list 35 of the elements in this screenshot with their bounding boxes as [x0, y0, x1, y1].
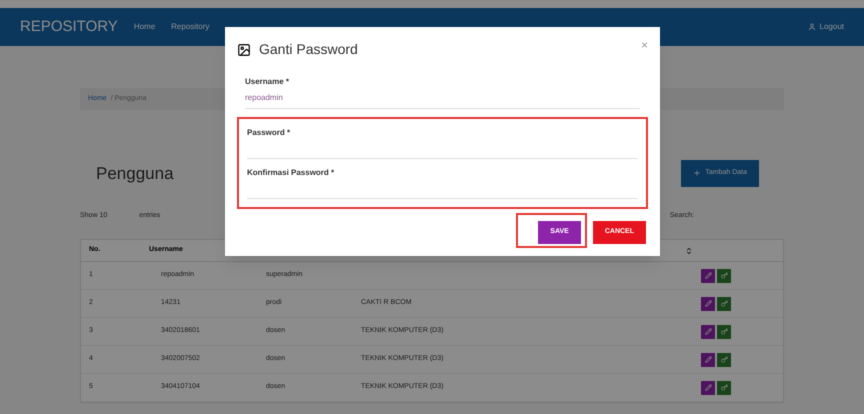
user-icon [808, 23, 816, 31]
pencil-icon [704, 356, 712, 363]
key-button[interactable] [717, 296, 731, 310]
close-button[interactable]: × [640, 39, 648, 51]
key-icon [720, 300, 728, 307]
brand-title[interactable]: REPOSITORY [20, 16, 118, 38]
nav-link[interactable]: Repository [171, 21, 210, 33]
key-button[interactable] [717, 352, 731, 366]
pencil-icon [704, 328, 712, 335]
input-field[interactable]: repoadmin [245, 92, 640, 109]
picture-icon [237, 42, 251, 56]
key-icon [720, 272, 728, 279]
edit-button[interactable] [701, 380, 715, 394]
field-label: Username * [245, 76, 290, 88]
pencil-icon [704, 272, 712, 279]
key-icon [720, 384, 728, 391]
edit-button[interactable] [701, 296, 715, 310]
page-title: Pengguna [96, 162, 174, 184]
logout-link[interactable]: Logout [808, 21, 844, 33]
key-button[interactable] [717, 268, 731, 282]
edit-button[interactable] [701, 352, 715, 366]
nav-link[interactable]: Home [134, 21, 156, 33]
modal-title: Ganti Password [259, 40, 358, 59]
key-button[interactable] [717, 380, 731, 394]
plus-icon [693, 169, 702, 178]
pencil-icon [704, 384, 712, 391]
field-label: Password * [247, 127, 292, 139]
edit-button[interactable] [701, 324, 715, 338]
sort-icon [685, 246, 693, 254]
key-icon [720, 328, 728, 335]
key-button[interactable] [717, 324, 731, 338]
field-label: Konfirmasi Password * [247, 167, 336, 179]
edit-button[interactable] [701, 268, 715, 282]
key-icon [720, 356, 728, 363]
pencil-icon [704, 300, 712, 307]
